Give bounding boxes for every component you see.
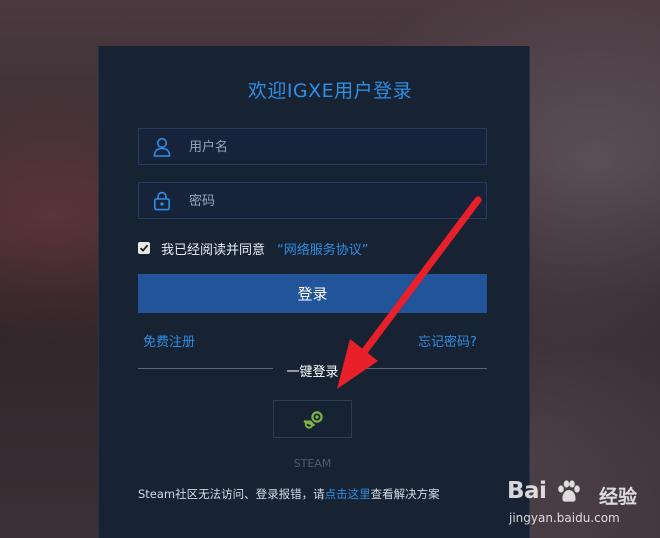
paw-icon	[558, 480, 580, 502]
agreement-row: 我已经阅读并同意 “网络服务协议”	[138, 239, 369, 258]
agree-checkbox[interactable]	[138, 242, 150, 254]
login-button[interactable]: 登录	[138, 274, 487, 313]
agree-text: 我已经阅读并同意	[161, 242, 266, 258]
help-suffix: 查看解决方案	[370, 487, 440, 501]
divider-right	[352, 368, 487, 369]
steam-help-text: Steam社区无法访问、登录报错，请点击这里查看解决方案	[138, 486, 440, 502]
check-icon	[139, 244, 149, 252]
watermark-url: jingyan.baidu.com	[509, 511, 620, 525]
steam-icon	[303, 411, 323, 429]
steam-label: STEAM	[293, 457, 332, 470]
one-click-login-label: 一键登录	[286, 365, 339, 380]
username-input[interactable]	[187, 129, 481, 166]
lock-icon	[153, 191, 171, 211]
password-input[interactable]	[187, 183, 481, 220]
forgot-password-link[interactable]: 忘记密码?	[418, 331, 477, 350]
user-icon	[153, 137, 171, 157]
password-field[interactable]	[138, 182, 487, 220]
help-link[interactable]: 点击这里	[325, 487, 371, 501]
baidu-watermark: Bai 经验 jingyan.baidu.com	[507, 476, 657, 536]
register-link[interactable]: 免费注册	[143, 331, 195, 350]
divider-left	[138, 368, 273, 369]
help-prefix: Steam社区无法访问、登录报错，请	[138, 487, 325, 501]
username-field[interactable]	[138, 128, 487, 166]
watermark-brand: Bai	[507, 478, 547, 504]
steam-login-button[interactable]	[273, 400, 352, 438]
page-title: 欢迎IGXE用户登录	[247, 80, 413, 102]
agreement-link[interactable]: “网络服务协议”	[277, 239, 368, 258]
watermark-suffix: 经验	[599, 486, 638, 508]
